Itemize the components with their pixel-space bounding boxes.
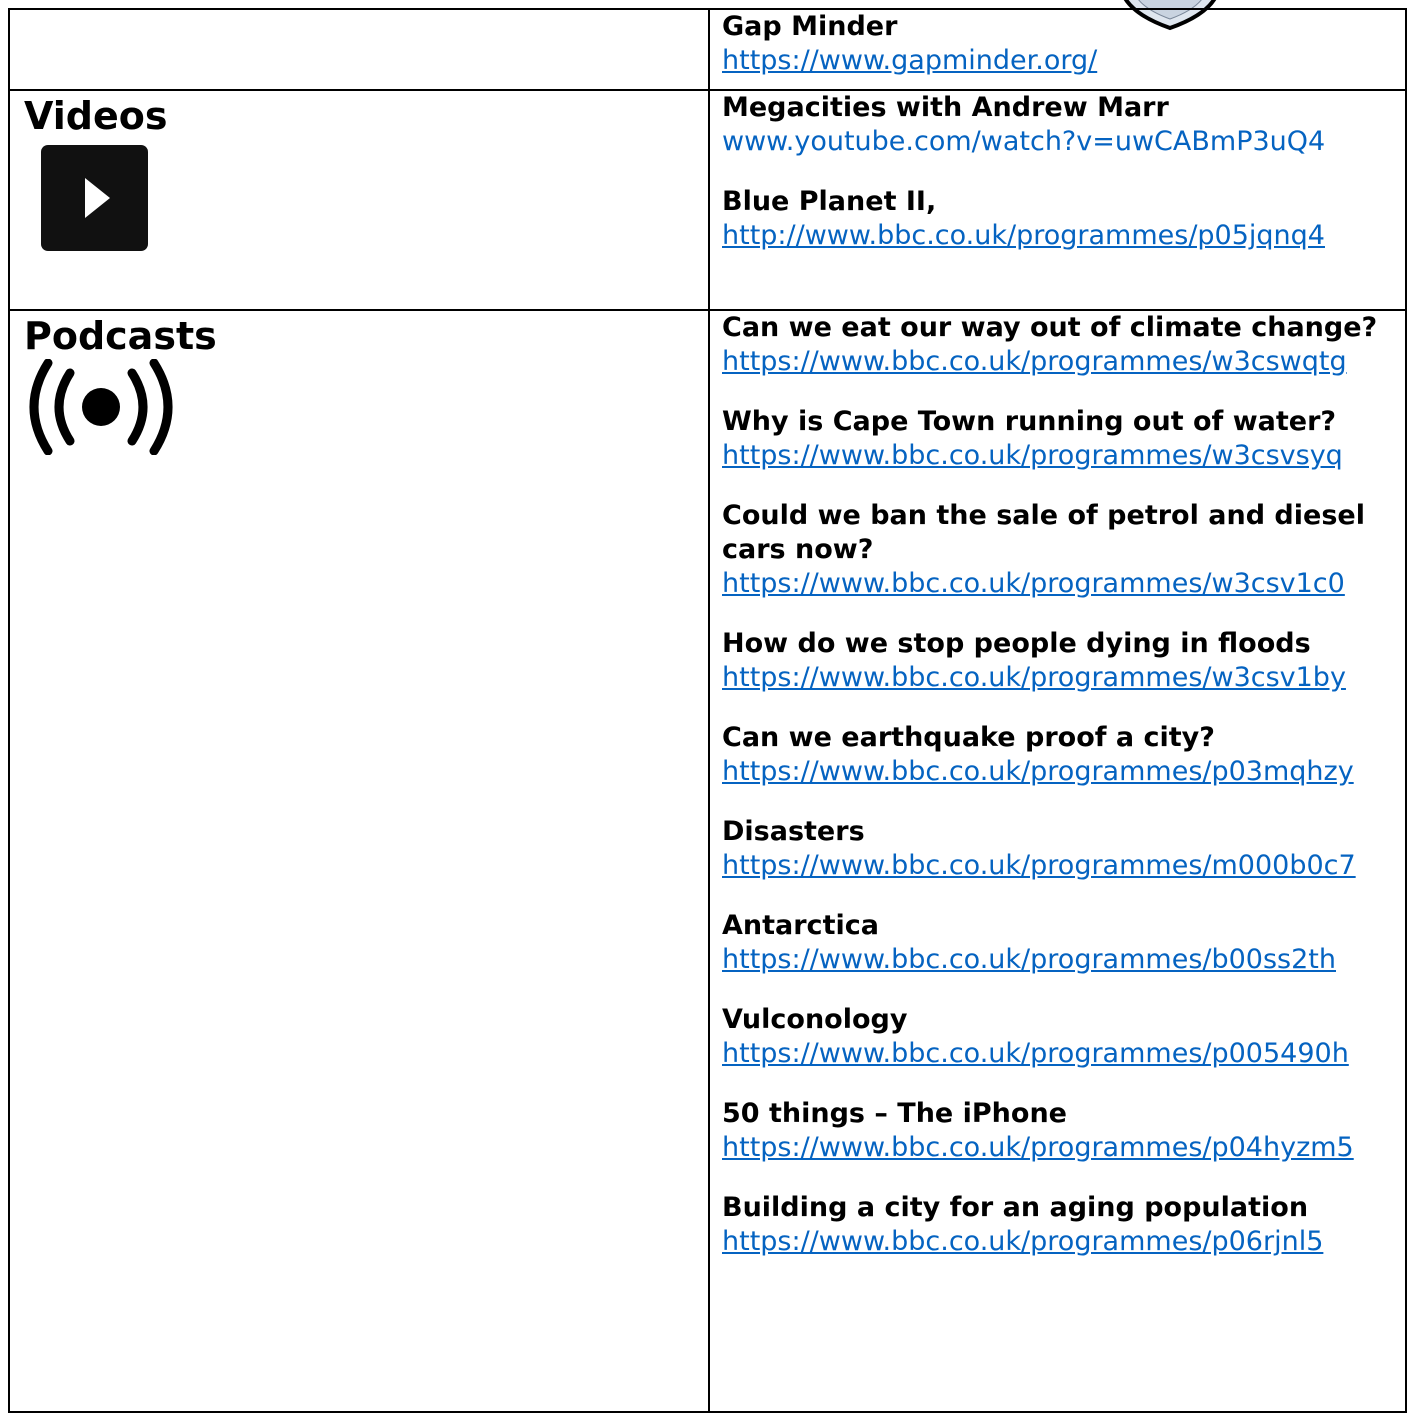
podcast-entries: Can we eat our way out of climate change… (710, 311, 1405, 1259)
podcast-title: Could we ban the sale of petrol and dies… (722, 500, 1365, 565)
podcast-link[interactable]: https://www.bbc.co.uk/programmes/p03mqhz… (722, 755, 1405, 789)
podcast-link[interactable]: https://www.bbc.co.uk/programmes/m000b0c… (722, 849, 1405, 883)
video-link[interactable]: www.youtube.com/watch?v=uwCABmP3uQ4 (722, 125, 1405, 159)
play-icon (41, 145, 148, 251)
top-entries: Gap Minder https://www.gapminder.org/ (710, 10, 1405, 78)
podcast-title: Disasters (722, 816, 865, 847)
podcast-entry: Could we ban the sale of petrol and dies… (722, 499, 1405, 601)
podcast-entry: Antarctica https://www.bbc.co.uk/program… (722, 909, 1405, 977)
podcast-entry: 50 things – The iPhone https://www.bbc.c… (722, 1097, 1405, 1165)
resource-table: Gap Minder https://www.gapminder.org/ Vi… (8, 8, 1407, 1413)
video-entries: Megacities with Andrew Marr www.youtube.… (710, 91, 1405, 253)
podcast-entry: Building a city for an aging population … (722, 1191, 1405, 1259)
podcast-link[interactable]: https://www.bbc.co.uk/programmes/w3csvsy… (722, 439, 1405, 473)
videos-heading: Videos (24, 94, 168, 138)
top-right-cell: Gap Minder https://www.gapminder.org/ (708, 8, 1407, 91)
podcast-title: Antarctica (722, 910, 879, 941)
podcast-entry: How do we stop people dying in floods ht… (722, 627, 1405, 695)
video-entry: Blue Planet II, http://www.bbc.co.uk/pro… (722, 185, 1405, 253)
podcast-title: How do we stop people dying in floods (722, 628, 1311, 659)
podcast-title: Can we eat our way out of climate change… (722, 312, 1378, 343)
podcasts-list-cell: Can we eat our way out of climate change… (708, 309, 1407, 1413)
podcast-entry: Why is Cape Town running out of water? h… (722, 405, 1405, 473)
video-entry: Megacities with Andrew Marr www.youtube.… (722, 91, 1405, 159)
podcast-title: 50 things – The iPhone (722, 1098, 1067, 1129)
broadcast-icon (29, 358, 173, 456)
video-title: Blue Planet II, (722, 186, 937, 217)
podcast-link[interactable]: https://www.bbc.co.uk/programmes/p005490… (722, 1037, 1405, 1071)
podcast-title: Can we earthquake proof a city? (722, 722, 1215, 753)
podcast-entry: Vulconology https://www.bbc.co.uk/progra… (722, 1003, 1405, 1071)
resource-link[interactable]: https://www.gapminder.org/ (722, 44, 1405, 78)
podcasts-heading: Podcasts (24, 314, 217, 358)
table-row-top: Gap Minder https://www.gapminder.org/ (8, 8, 1407, 91)
videos-list-cell: Megacities with Andrew Marr www.youtube.… (708, 89, 1407, 311)
table-row-podcasts: Podcasts Can we eat our way out of clima… (8, 309, 1407, 1413)
podcast-entry: Can we eat our way out of climate change… (722, 311, 1405, 379)
resource-table-sheet: Gap Minder https://www.gapminder.org/ Vi… (8, 8, 1407, 1425)
table-row-videos: Videos Megacities with Andrew Marr www.y… (8, 89, 1407, 311)
resource-title: Gap Minder (722, 11, 898, 42)
top-left-cell (8, 8, 710, 91)
podcasts-label-cell: Podcasts (8, 309, 710, 1413)
podcast-link[interactable]: https://www.bbc.co.uk/programmes/w3cswqt… (722, 345, 1405, 379)
podcast-entry: Can we earthquake proof a city? https://… (722, 721, 1405, 789)
podcast-title: Building a city for an aging population (722, 1192, 1309, 1223)
videos-label-cell: Videos (8, 89, 710, 311)
video-title: Megacities with Andrew Marr (722, 92, 1169, 123)
podcast-title: Why is Cape Town running out of water? (722, 406, 1337, 437)
play-triangle (85, 178, 110, 218)
podcast-link[interactable]: https://www.bbc.co.uk/programmes/b00ss2t… (722, 943, 1405, 977)
podcast-link[interactable]: https://www.bbc.co.uk/programmes/p06rjnl… (722, 1225, 1405, 1259)
video-link[interactable]: http://www.bbc.co.uk/programmes/p05jqnq4 (722, 219, 1405, 253)
podcast-link[interactable]: https://www.bbc.co.uk/programmes/p04hyzm… (722, 1131, 1405, 1165)
podcast-link[interactable]: https://www.bbc.co.uk/programmes/w3csv1c… (722, 567, 1405, 601)
podcast-entry: Disasters https://www.bbc.co.uk/programm… (722, 815, 1405, 883)
resource-entry: Gap Minder https://www.gapminder.org/ (722, 10, 1405, 78)
podcast-title: Vulconology (722, 1004, 908, 1035)
podcast-link[interactable]: https://www.bbc.co.uk/programmes/w3csv1b… (722, 661, 1405, 695)
